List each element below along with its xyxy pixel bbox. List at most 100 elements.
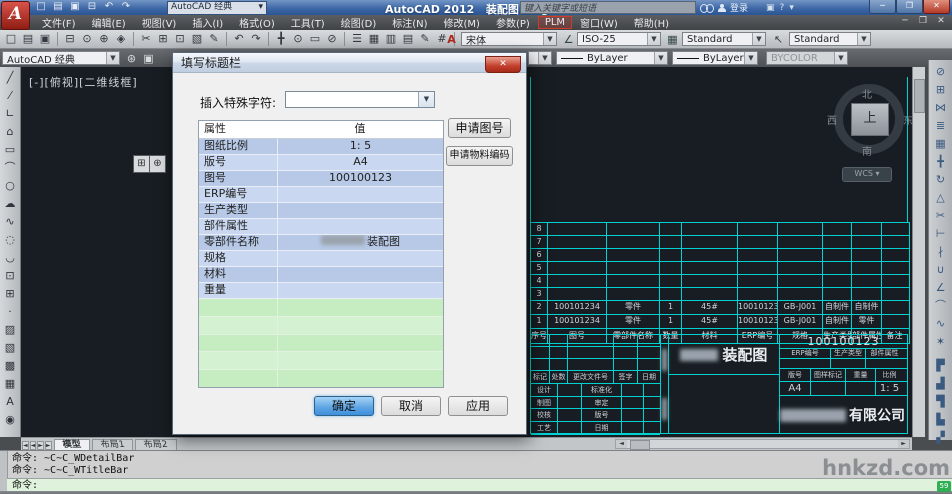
block-editor-icon[interactable]: ✎ (206, 31, 222, 47)
redo-icon[interactable]: ↷ (248, 31, 264, 47)
font-style-combo[interactable]: 宋体 ▼ (461, 32, 557, 46)
horizontal-scrollbar[interactable]: ◄ ► (615, 439, 910, 449)
restore-button[interactable]: ❐ (896, 0, 923, 14)
send-below-icon[interactable]: ▙ (932, 411, 949, 429)
empty-row[interactable] (199, 352, 443, 370)
last-tab-icon[interactable]: ► (45, 441, 52, 450)
workspace-save-icon[interactable]: ▣ (141, 51, 156, 66)
attribute-row[interactable]: 材料 (199, 267, 443, 283)
mleader-style-combo[interactable]: Standard ▼ (789, 32, 871, 46)
fillet-icon[interactable]: ⌒ (932, 297, 949, 315)
help-icon[interactable]: ? (780, 3, 785, 13)
table-style-combo[interactable]: Standard ▼ (682, 32, 766, 46)
viewport-controls-label[interactable]: [-][俯视][二维线框] (29, 74, 138, 90)
wcs-menu[interactable]: WCS ▾ (842, 167, 892, 182)
join-icon[interactable]: ∪ (932, 261, 949, 279)
draw-order-icon[interactable]: ▞ (932, 429, 949, 447)
new-icon[interactable]: □ (34, 1, 48, 13)
offset-icon[interactable]: ≣ (932, 117, 949, 135)
plot-icon[interactable]: ⊟ (62, 31, 78, 47)
sheet-set-manager-icon[interactable]: ▤ (400, 31, 416, 47)
empty-row[interactable] (199, 317, 443, 335)
plot-icon[interactable]: ⊟ (85, 1, 99, 13)
tab-模型[interactable]: 模型 (54, 439, 90, 450)
search-topic-icon[interactable]: ▸ (512, 3, 516, 12)
empty-row[interactable] (199, 299, 443, 317)
paste-icon[interactable]: ⊡ (172, 31, 188, 47)
properties-palette-icon[interactable]: ☰ (349, 31, 365, 47)
menu-item-编辑(E)[interactable]: 编辑(E) (84, 14, 134, 31)
circle-icon[interactable]: ○ (2, 177, 19, 195)
menu-item-PLM[interactable]: PLM (538, 16, 572, 29)
blend-icon[interactable]: ∿ (932, 315, 949, 333)
copy-clip-icon[interactable]: ⊞ (155, 31, 171, 47)
menu-item-标注(N)[interactable]: 标注(N) (384, 14, 435, 31)
pan-icon[interactable]: ╋ (273, 31, 289, 47)
empty-row[interactable] (199, 370, 443, 388)
line-icon[interactable]: ╱ (2, 69, 19, 87)
close-button[interactable]: ✕ (923, 0, 950, 14)
menu-item-工具(T)[interactable]: 工具(T) (283, 14, 333, 31)
tool-palettes-icon[interactable]: ▥ (383, 31, 399, 47)
redo-icon[interactable]: ↷ (119, 1, 133, 13)
menu-item-文件(F)[interactable]: 文件(F) (34, 14, 84, 31)
empty-row[interactable] (199, 335, 443, 353)
3d-dwf-icon[interactable]: ◈ (113, 31, 129, 47)
dim-style-combo[interactable]: ISO-25 ▼ (577, 32, 661, 46)
attribute-row[interactable]: 图号100100123 (199, 171, 443, 187)
special-char-select[interactable]: ▼ (285, 91, 435, 108)
save-icon[interactable]: ▣ (68, 1, 82, 13)
point-icon[interactable]: · (2, 303, 19, 321)
exchange-icon[interactable]: ▣ (766, 3, 775, 13)
next-tab-icon[interactable]: ► (37, 441, 44, 450)
viewcube-top-face[interactable]: 上 (851, 103, 889, 136)
insert-block-icon[interactable]: ⊡ (2, 267, 19, 285)
viewport-grid-icon[interactable]: ⊞ (134, 156, 149, 172)
attribute-row[interactable]: 规格 (199, 251, 443, 267)
viewport-globe-icon[interactable]: ⊕ (150, 156, 165, 172)
undo-icon[interactable]: ↶ (231, 31, 247, 47)
send-to-back-icon[interactable]: ▟ (932, 375, 949, 393)
chevron-down-icon[interactable]: ▾ (789, 3, 794, 13)
menu-item-帮助(H)[interactable]: 帮助(H) (626, 14, 677, 31)
mleader-style-icon[interactable]: ↖ (771, 32, 786, 47)
command-window[interactable]: 命令: ~C~C_WDetailBar命令: ~C~C_WTitleBar 命令… (0, 450, 952, 491)
revision-cloud-icon[interactable]: ☁ (2, 195, 19, 213)
open-icon[interactable]: ▤ (51, 1, 65, 13)
search-icon[interactable] (700, 4, 714, 12)
tab-布局2[interactable]: 布局2 (135, 439, 177, 450)
table-icon[interactable]: ▦ (2, 375, 19, 393)
arc-icon[interactable]: ⌒ (2, 159, 19, 177)
polyline-icon[interactable]: ∟ (2, 105, 19, 123)
tab-布局1[interactable]: 布局1 (92, 439, 134, 450)
attribute-row[interactable]: 部件属性 (199, 219, 443, 235)
ellipse-arc-icon[interactable]: ◡ (2, 249, 19, 267)
array-icon[interactable]: ▦ (932, 135, 949, 153)
doc-minimize-button[interactable]: ─ (898, 16, 912, 26)
attribute-row[interactable]: ERP编号 (199, 187, 443, 203)
menu-item-格式(O)[interactable]: 格式(O) (231, 14, 283, 31)
zoom-realtime-icon[interactable]: ⊙ (290, 31, 306, 47)
linetype-combo[interactable]: ByLayer ▼ (556, 51, 668, 65)
make-block-icon[interactable]: ⊞ (2, 285, 19, 303)
prev-tab-icon[interactable]: ◄ (30, 441, 37, 450)
request-material-code-button[interactable]: 申请物料编码 (446, 146, 513, 166)
viewcube-west[interactable]: 西 (827, 112, 837, 127)
table-style-icon[interactable]: ▦ (665, 32, 680, 47)
zoom-previous-icon[interactable]: ⊘ (324, 31, 340, 47)
attribute-row[interactable]: 零部件名称装配图 (199, 235, 443, 251)
dialog-close-button[interactable]: ✕ (485, 56, 521, 73)
zoom-window-icon[interactable]: ▭ (307, 31, 323, 47)
region-icon[interactable]: ▩ (2, 357, 19, 375)
command-input-line[interactable]: 命令: (7, 478, 952, 492)
scroll-left-icon[interactable]: ◄ (616, 440, 627, 448)
undo-icon[interactable]: ↶ (102, 1, 116, 13)
menu-item-修改(M)[interactable]: 修改(M) (436, 14, 488, 31)
bring-to-front-icon[interactable]: ▛ (932, 357, 949, 375)
plot-preview-icon[interactable]: ⊙ (79, 31, 95, 47)
point-style-icon[interactable]: ◉ (2, 411, 19, 429)
explode-icon[interactable]: ✶ (932, 333, 949, 351)
dim-style-icon[interactable]: ∠ (561, 32, 576, 47)
viewcube-south[interactable]: 南 (862, 143, 872, 158)
erase-icon[interactable]: ⊘ (932, 63, 949, 81)
